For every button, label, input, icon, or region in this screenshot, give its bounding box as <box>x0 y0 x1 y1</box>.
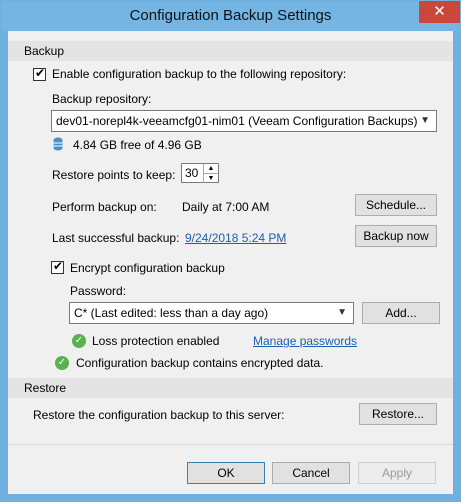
storage-text: 4.84 GB free of 4.96 GB <box>73 138 202 152</box>
check-circle-icon: ✓ <box>55 356 69 370</box>
repository-value: dev01-norepl4k-veeamcfg01-nim01 (Veeam C… <box>56 114 418 128</box>
stepper-up-icon[interactable]: ▲ <box>203 164 218 173</box>
cancel-button[interactable]: Cancel <box>272 462 350 484</box>
footer-divider <box>8 444 453 445</box>
close-button[interactable]: ✕ <box>419 1 460 23</box>
dialog-body: Backup ✔ Enable configuration backup to … <box>8 31 453 494</box>
apply-button[interactable]: Apply <box>358 462 436 484</box>
perform-backup-value: Daily at 7:00 AM <box>182 200 270 214</box>
backup-section-label: Backup <box>24 44 65 58</box>
restore-points-value: 30 <box>185 166 199 180</box>
restore-description: Restore the configuration backup to this… <box>33 408 285 422</box>
add-password-button[interactable]: Add... <box>362 302 440 324</box>
checkmark-icon: ✔ <box>53 259 64 273</box>
encrypted-note: Configuration backup contains encrypted … <box>76 356 324 370</box>
restore-button[interactable]: Restore... <box>359 403 437 425</box>
database-icon <box>53 137 63 151</box>
password-select[interactable]: C* (Last edited: less than a day ago) ▼ <box>69 302 354 324</box>
enable-backup-label: Enable configuration backup to the follo… <box>52 67 347 81</box>
title-bar: Configuration Backup Settings ✕ <box>1 1 460 31</box>
last-backup-label: Last successful backup: <box>52 231 180 245</box>
restore-points-stepper[interactable]: 30 ▲ ▼ <box>181 163 219 183</box>
repository-label: Backup repository: <box>52 92 152 106</box>
restore-section-header: Restore <box>8 378 453 398</box>
restore-section-label: Restore <box>24 381 67 395</box>
ok-button[interactable]: OK <box>187 462 265 484</box>
repository-select[interactable]: dev01-norepl4k-veeamcfg01-nim01 (Veeam C… <box>51 110 437 132</box>
backup-now-button[interactable]: Backup now <box>355 225 437 247</box>
password-label: Password: <box>70 284 127 298</box>
backup-section-header: Backup <box>8 41 453 61</box>
loss-protection-text: Loss protection enabled <box>92 334 220 348</box>
enable-backup-checkbox[interactable]: ✔ <box>33 66 46 81</box>
dialog-title: Configuration Backup Settings <box>129 7 332 24</box>
chevron-down-icon: ▼ <box>337 307 347 318</box>
password-value: C* (Last edited: less than a day ago) <box>74 306 269 320</box>
check-circle-icon: ✓ <box>72 334 86 348</box>
stepper-down-icon[interactable]: ▼ <box>203 173 218 183</box>
chevron-down-icon: ▼ <box>420 115 430 126</box>
last-backup-link[interactable]: 9/24/2018 5:24 PM <box>185 231 286 245</box>
schedule-button[interactable]: Schedule... <box>355 194 437 216</box>
encrypt-label: Encrypt configuration backup <box>70 261 225 275</box>
restore-points-label: Restore points to keep: <box>52 168 176 182</box>
encrypt-checkbox[interactable]: ✔ <box>51 259 64 274</box>
dialog-window: Configuration Backup Settings ✕ Backup ✔… <box>0 0 461 502</box>
perform-backup-label: Perform backup on: <box>52 200 157 214</box>
checkmark-icon: ✔ <box>35 66 46 80</box>
manage-passwords-link[interactable]: Manage passwords <box>253 334 357 348</box>
